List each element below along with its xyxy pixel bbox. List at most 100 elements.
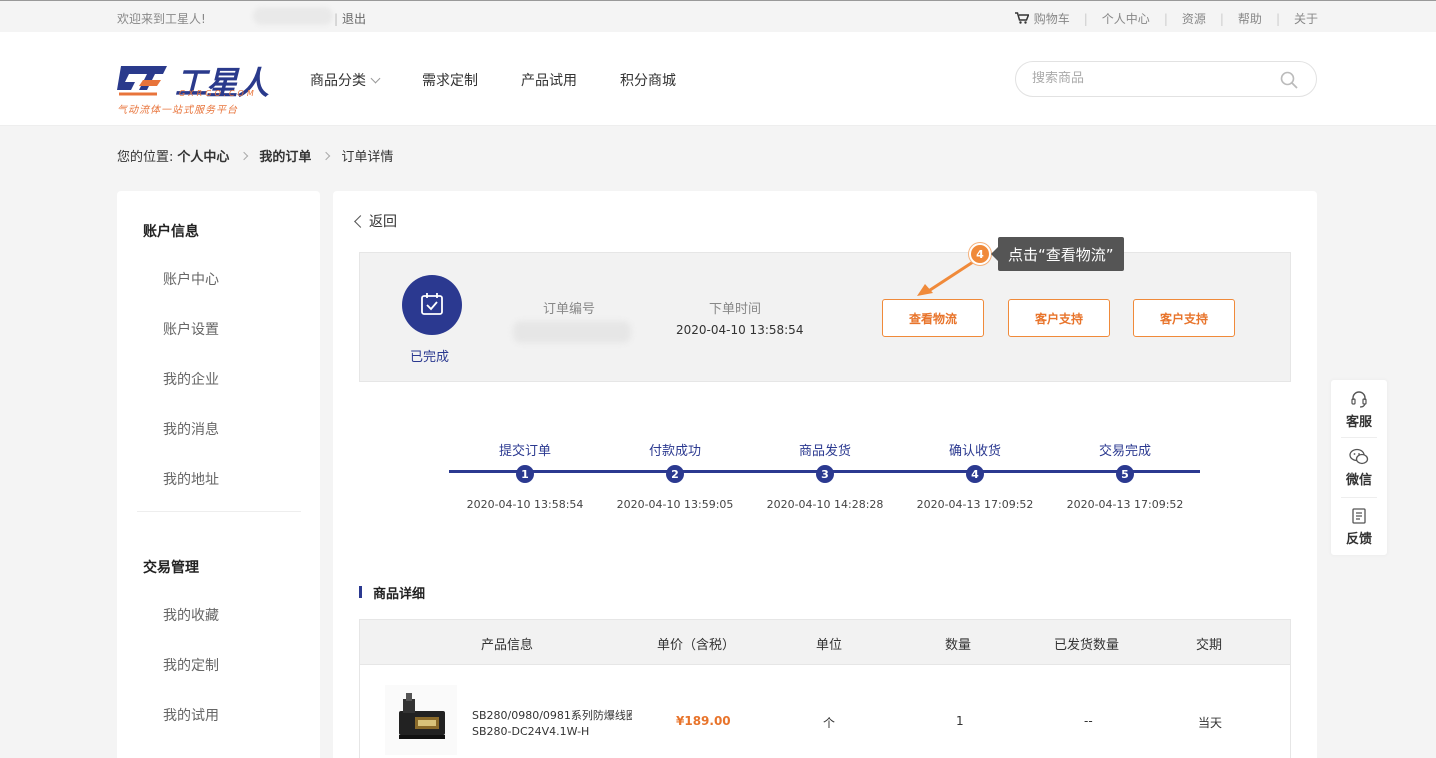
chevron-down-icon bbox=[370, 73, 381, 83]
product-table: 产品信息 单价（含税） 单位 数量 已发货数量 交期 SB280/0980/09… bbox=[359, 619, 1291, 758]
column-header: 已发货数量 bbox=[1054, 638, 1120, 653]
search-box bbox=[1015, 61, 1317, 97]
progress-step-label: 商品发货 bbox=[798, 444, 851, 459]
nav-product-category[interactable]: 商品分类 bbox=[310, 70, 381, 90]
sidebar-item-my-favorites[interactable]: 我的收藏 bbox=[163, 605, 219, 625]
logo-mark-icon bbox=[117, 66, 167, 96]
order-status: 已完成 bbox=[410, 350, 450, 365]
breadcrumb-chevron-icon bbox=[240, 151, 249, 160]
sidebar-item-account-settings[interactable]: 账户设置 bbox=[163, 319, 219, 339]
sidebar-item-account-center[interactable]: 账户中心 bbox=[163, 269, 219, 289]
sidebar-item-my-address[interactable]: 我的地址 bbox=[163, 469, 219, 489]
product-price: ¥189.00 bbox=[676, 714, 731, 728]
back-button[interactable]: 返回 bbox=[354, 211, 397, 231]
calendar-check-icon bbox=[421, 293, 443, 315]
customer-support-button-2[interactable]: 客户支持 bbox=[1133, 299, 1235, 337]
help-link[interactable]: 帮助 bbox=[1238, 10, 1262, 27]
progress-step: 提交订单 1 2020-04-10 13:58:54 bbox=[450, 440, 600, 511]
breadcrumb-order-detail: 订单详情 bbox=[341, 150, 394, 165]
about-link[interactable]: 关于 bbox=[1294, 10, 1318, 27]
sidebar-item-my-messages[interactable]: 我的消息 bbox=[163, 419, 219, 439]
personal-center-link[interactable]: 个人中心 bbox=[1102, 10, 1150, 27]
product-shipped-qty: -- bbox=[1084, 714, 1093, 728]
cart-icon bbox=[1014, 12, 1029, 24]
column-header: 产品信息 bbox=[481, 638, 534, 653]
feedback-label: 反馈 bbox=[1345, 532, 1372, 547]
nav-custom-demand[interactable]: 需求定制 bbox=[422, 70, 478, 90]
feedback-button[interactable]: 反馈 bbox=[1331, 507, 1387, 547]
order-summary: 已完成 订单编号 下单时间 2020-04-10 13:58:54 查看物流 客… bbox=[359, 252, 1291, 382]
progress-step: 交易完成 5 2020-04-13 17:09:52 bbox=[1050, 440, 1200, 511]
column-header: 交期 bbox=[1196, 638, 1223, 653]
sidebar-section-trade: 交易管理 bbox=[143, 560, 199, 576]
customer-support-button[interactable]: 客户支持 bbox=[1008, 299, 1110, 337]
float-divider bbox=[1341, 437, 1377, 438]
search-icon[interactable] bbox=[1280, 71, 1298, 89]
nav-product-trial[interactable]: 产品试用 bbox=[521, 70, 577, 90]
site-logo[interactable]: 工星人 GXRGO.COM 气动流体一站式服务平台 bbox=[117, 58, 272, 118]
progress-step-time: 2020-04-10 13:59:05 bbox=[616, 498, 734, 511]
site-header: 工星人 GXRGO.COM 气动流体一站式服务平台 商品分类 需求定制 产品试用… bbox=[0, 32, 1436, 126]
product-model-line: SB280-DC24V4.1W-H bbox=[472, 725, 590, 738]
progress-step: 付款成功 2 2020-04-10 13:59:05 bbox=[600, 440, 750, 511]
progress-step-label: 交易完成 bbox=[1098, 444, 1151, 459]
progress-step-number: 5 bbox=[1116, 465, 1134, 483]
sidebar: 账户信息 账户中心 账户设置 我的企业 我的消息 我的地址 交易管理 我的收藏 … bbox=[117, 191, 320, 758]
column-header: 单位 bbox=[816, 638, 843, 653]
progress-step: 确认收货 4 2020-04-13 17:09:52 bbox=[900, 440, 1050, 511]
tooltip-text: 点击“查看物流” bbox=[991, 237, 1124, 271]
sidebar-item-my-company[interactable]: 我的企业 bbox=[163, 369, 219, 389]
feedback-icon bbox=[1352, 508, 1366, 524]
search-input[interactable] bbox=[1032, 71, 1262, 86]
resources-link[interactable]: 资源 bbox=[1182, 10, 1206, 27]
product-details-title: 商品详细 bbox=[359, 583, 425, 602]
breadcrumb: 您的位置: 个人中心 我的订单 订单详情 bbox=[117, 146, 393, 165]
column-header: 单价（含税） bbox=[657, 638, 736, 653]
sidebar-item-my-trial[interactable]: 我的试用 bbox=[163, 705, 219, 725]
sidebar-item-my-custom[interactable]: 我的定制 bbox=[163, 655, 219, 675]
column-header: 数量 bbox=[945, 638, 972, 653]
progress-step-number: 2 bbox=[666, 465, 684, 483]
logo-domain: GXRGO.COM bbox=[179, 89, 257, 98]
customer-service-button[interactable]: 客服 bbox=[1331, 390, 1387, 430]
nav-points-mall[interactable]: 积分商城 bbox=[620, 70, 676, 90]
order-number-blurred bbox=[513, 321, 631, 343]
top-links: 购物车 | 个人中心 | 资源 | 帮助 | 关于 bbox=[1014, 10, 1318, 27]
customer-service-label: 客服 bbox=[1345, 415, 1372, 430]
wechat-button[interactable]: 微信 bbox=[1331, 448, 1387, 488]
progress-step-time: 2020-04-13 17:09:52 bbox=[1066, 498, 1184, 511]
product-delivery: 当天 bbox=[1198, 716, 1223, 730]
logout-link[interactable]: 退出 bbox=[334, 10, 366, 27]
product-unit: 个 bbox=[823, 716, 836, 730]
order-progress: 提交订单 1 2020-04-10 13:58:54 付款成功 2 2020-0… bbox=[449, 440, 1201, 520]
breadcrumb-my-orders[interactable]: 我的订单 bbox=[259, 146, 311, 165]
progress-step-time: 2020-04-10 13:58:54 bbox=[466, 498, 584, 511]
float-divider bbox=[1341, 497, 1377, 498]
progress-step-label: 提交订单 bbox=[498, 444, 551, 459]
top-bar: 欢迎来到工星人! 退出 购物车 | 个人中心 | 资源 | 帮助 | 关于 bbox=[0, 0, 1436, 32]
product-name[interactable]: SB280/0980/0981系列防爆线圈 SB280-DC24V4.1W-H bbox=[472, 708, 632, 740]
progress-step-number: 4 bbox=[966, 465, 984, 483]
progress-step: 商品发货 3 2020-04-10 14:28:28 bbox=[750, 440, 900, 511]
view-logistics-button[interactable]: 查看物流 bbox=[882, 299, 984, 337]
breadcrumb-personal-center[interactable]: 个人中心 bbox=[177, 146, 229, 165]
table-row[interactable]: SB280/0980/0981系列防爆线圈 SB280-DC24V4.1W-H … bbox=[360, 665, 1290, 758]
progress-step-label: 确认收货 bbox=[948, 444, 1001, 459]
welcome-text: 欢迎来到工星人! bbox=[117, 12, 206, 26]
product-quantity: 1 bbox=[956, 714, 964, 728]
breadcrumb-chevron-icon bbox=[322, 151, 331, 160]
logo-slogan: 气动流体一站式服务平台 bbox=[117, 105, 238, 116]
progress-step-time: 2020-04-13 17:09:52 bbox=[916, 498, 1034, 511]
headset-icon bbox=[1351, 391, 1367, 408]
breadcrumb-prefix: 您的位置: bbox=[117, 150, 174, 165]
nav-label: 商品分类 bbox=[310, 73, 366, 89]
product-image[interactable] bbox=[385, 685, 457, 755]
sidebar-divider bbox=[137, 511, 301, 512]
cart-label: 购物车 bbox=[1033, 12, 1070, 26]
floating-service-bar: 客服 微信 反馈 bbox=[1331, 380, 1387, 555]
product-name-line: SB280/0980/0981系列防爆线圈 bbox=[472, 709, 632, 722]
cart-link[interactable]: 购物车 bbox=[1014, 10, 1070, 27]
status-circle bbox=[402, 275, 462, 335]
order-time: 2020-04-10 13:58:54 bbox=[676, 323, 804, 337]
table-header: 产品信息 单价（含税） 单位 数量 已发货数量 交期 bbox=[360, 620, 1290, 665]
